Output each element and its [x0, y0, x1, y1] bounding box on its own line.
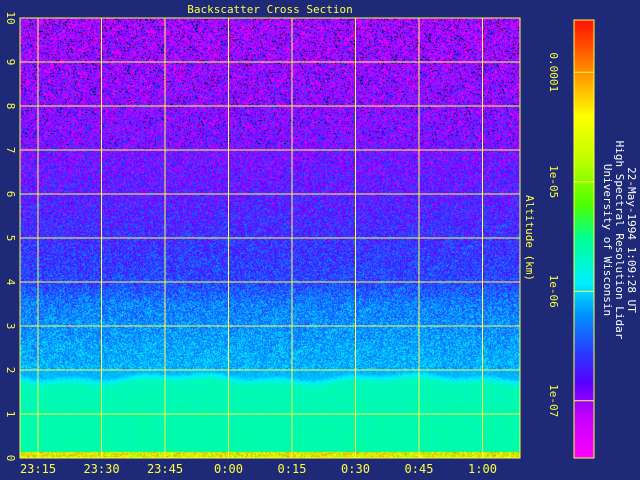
caption-line-2: High Spectral Resolution Lidar — [613, 141, 626, 340]
y-tick-label: 9 — [4, 59, 17, 66]
colorbar-tick-label: 0.0001 — [547, 52, 560, 92]
y-tick-label: 1 — [4, 411, 17, 418]
caption-block: University of Wisconsin High Spectral Re… — [601, 141, 638, 340]
colorbar-tick-label: 1e-05 — [547, 165, 560, 198]
x-tick-label: 23:30 — [83, 462, 119, 476]
x-tick-label: 0:15 — [278, 462, 307, 476]
x-tick-label: 1:00 — [468, 462, 497, 476]
y-tick-label: 2 — [4, 367, 17, 374]
lidar-figure: Backscatter Cross Section 0 1 2 3 4 5 6 7 8 9 10 2… — [0, 0, 640, 480]
y-tick-label: 4 — [4, 279, 17, 286]
y-tick-label: 5 — [4, 235, 17, 242]
colorbar-tick-label: 1e-07 — [547, 384, 560, 417]
x-tick-label: 0:30 — [341, 462, 370, 476]
x-tick-label: 23:45 — [147, 462, 183, 476]
chart-title: Backscatter Cross Section — [187, 3, 353, 16]
x-tick-label: 0:00 — [214, 462, 243, 476]
y-axis-label: Altitude (km) — [523, 195, 536, 281]
y-tick-label: 7 — [4, 147, 17, 154]
y-tick-label: 6 — [4, 191, 17, 198]
x-tick-label: 23:15 — [20, 462, 56, 476]
x-tick-label: 0:45 — [405, 462, 434, 476]
colorbar-tick-label: 1e-06 — [547, 275, 560, 308]
y-tick-label: 8 — [4, 103, 17, 110]
y-tick-label: 0 — [4, 455, 17, 462]
caption-line-3: 22-May-1994 1:09:28 UT — [625, 167, 638, 313]
y-tick-label: 3 — [4, 323, 17, 330]
y-tick-label: 10 — [4, 11, 17, 24]
caption-line-1: University of Wisconsin — [601, 164, 614, 316]
colorbar — [574, 20, 594, 458]
